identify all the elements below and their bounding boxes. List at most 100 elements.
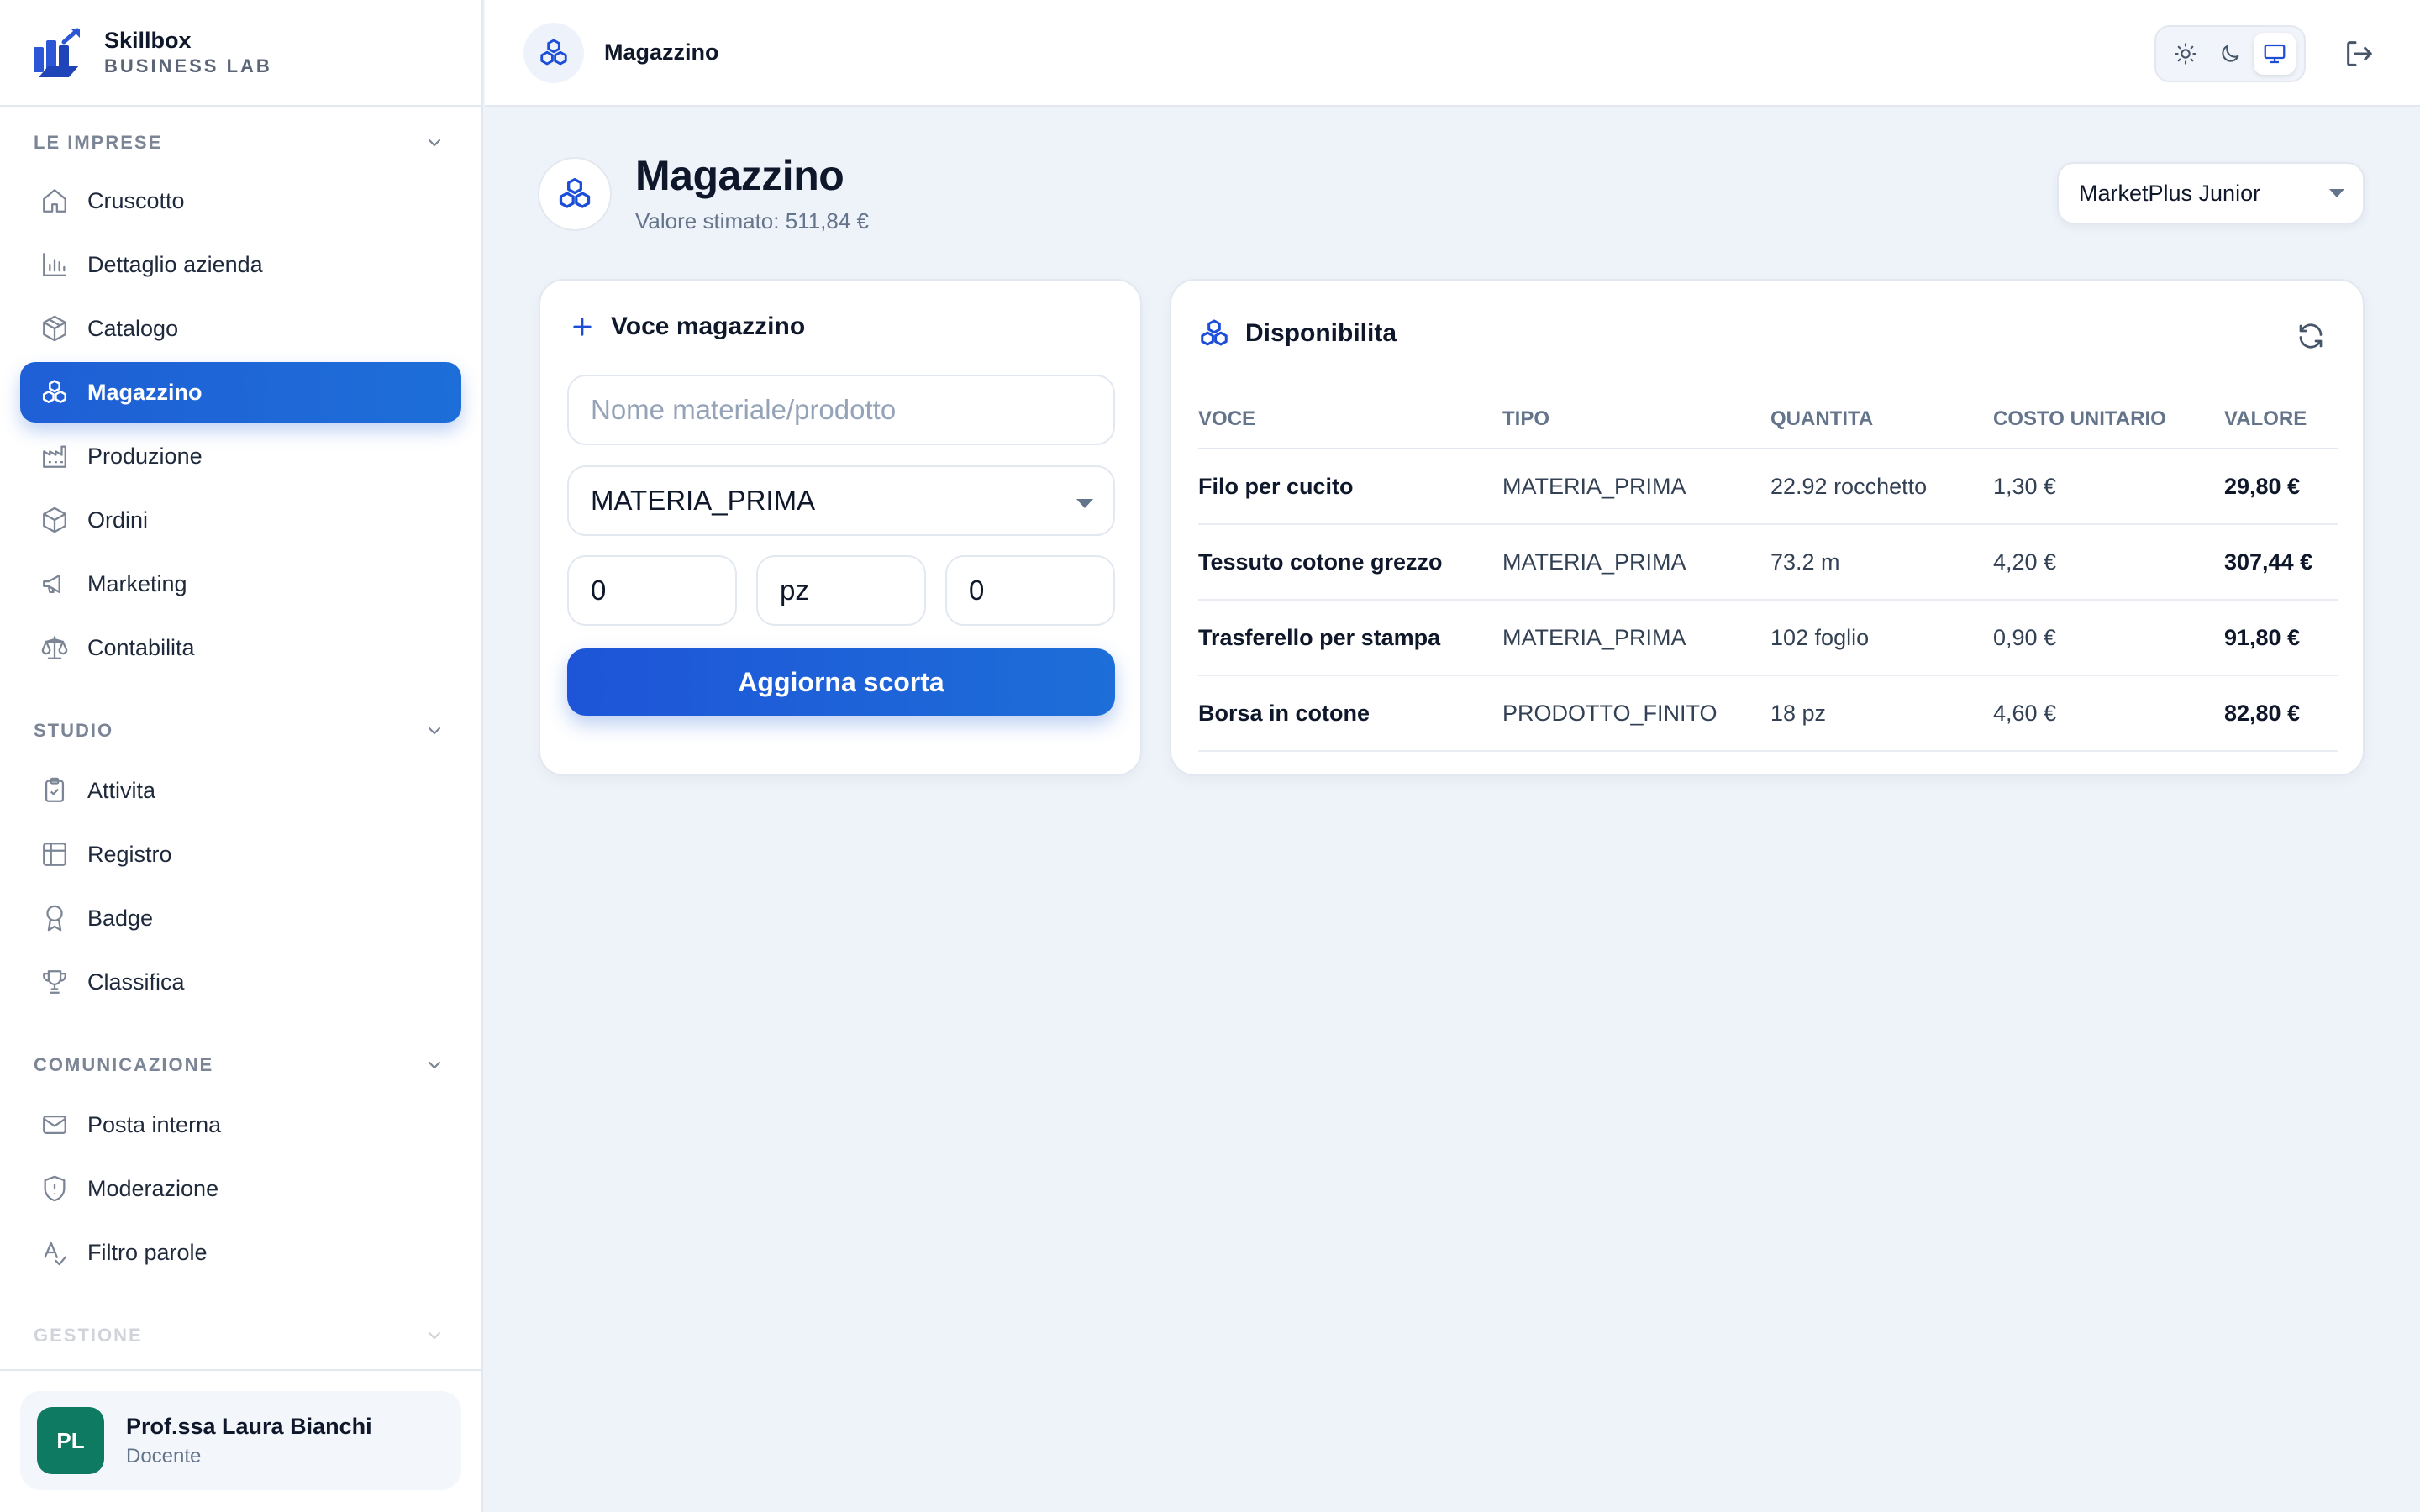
availability-card: Disponibilita VOCE TIPO QUANTITA COSTO U… — [1170, 279, 2365, 776]
sidebar-item-marketing[interactable]: Marketing — [20, 554, 461, 614]
sidebar-item-label: Classifica — [87, 969, 185, 995]
sidebar-item-label: Attivita — [87, 777, 156, 803]
sidebar-item-attivita[interactable]: Attivita — [20, 760, 461, 821]
moon-icon — [2222, 45, 2239, 62]
topbar-page-icon — [523, 22, 584, 83]
section-studio[interactable]: STUDIO — [0, 711, 481, 750]
section-le-imprese[interactable]: LE IMPRESE — [0, 123, 481, 162]
table-row[interactable]: Trasferello per stampa MATERIA_PRIMA 102… — [1198, 600, 2338, 676]
column-header[interactable]: COSTO UNITARIO — [1993, 390, 2224, 449]
logout-icon — [2347, 41, 2372, 66]
sidebar-item-label: Dettaglio azienda — [87, 251, 263, 277]
unit-cost-field[interactable]: 0 — [945, 555, 1115, 626]
update-stock-button[interactable]: Aggiorna scorta — [567, 648, 1115, 716]
sidebar-item-label: Marketing — [87, 570, 187, 596]
clipboard-check-icon — [45, 777, 65, 802]
light-theme-button[interactable] — [2165, 33, 2207, 75]
sidebar-item-label: Magazzino — [87, 379, 203, 405]
caret-down-icon — [2329, 189, 2344, 197]
unit-cost-value: 0 — [969, 575, 985, 606]
company-select[interactable]: MarketPlus Junior — [2057, 162, 2365, 224]
sidebar-item-badge[interactable]: Badge — [20, 888, 461, 948]
system-theme-button[interactable] — [2254, 33, 2296, 75]
cell-valore: 307,44 € — [2224, 524, 2338, 601]
section-title: COMUNICAZIONE — [34, 1054, 214, 1075]
skillbox-logo-icon — [34, 28, 80, 77]
plus-icon — [573, 318, 592, 336]
section-title: GESTIONE — [34, 1325, 143, 1346]
factory-icon — [43, 445, 66, 468]
unit-value: pz — [780, 575, 809, 606]
sidebar-item-catalogo[interactable]: Catalogo — [20, 298, 461, 359]
quantity-field[interactable]: 0 — [567, 555, 737, 626]
chevron-down-icon — [428, 1331, 441, 1340]
item-name-input[interactable] — [591, 394, 1113, 426]
monitor-icon — [2264, 44, 2286, 64]
caret-down-icon — [1076, 499, 1093, 508]
boxes-icon — [540, 39, 567, 65]
sidebar-item-posta-interna[interactable]: Posta interna — [20, 1095, 461, 1155]
refresh-icon — [2299, 323, 2323, 349]
item-type-select[interactable]: MATERIA_PRIMA — [567, 465, 1115, 536]
sidebar-item-cruscotto[interactable]: Cruscotto — [20, 171, 461, 231]
sidebar-item-filtro-parole[interactable]: Filtro parole — [20, 1222, 461, 1283]
company-select-value: MarketPlus Junior — [2079, 180, 2261, 206]
cell-tipo: PRODOTTO_FINITO — [1502, 675, 1770, 752]
sidebar-item-label: Cruscotto — [87, 187, 185, 213]
logout-button[interactable] — [2343, 37, 2376, 71]
cell-valore: 91,80 € — [2224, 600, 2338, 676]
sidebar-item-produzione[interactable]: Produzione — [20, 426, 461, 486]
column-header[interactable]: VALORE — [2224, 390, 2338, 449]
nav-scroll[interactable]: LE IMPRESE Cruscotto Dettaglio azienda C… — [0, 108, 481, 1368]
quantity-value: 0 — [591, 575, 607, 606]
cell-quantita: 102 foglio — [1770, 600, 1993, 676]
dark-theme-button[interactable] — [2209, 33, 2251, 75]
sidebar-item-label: Badge — [87, 905, 154, 931]
table-icon — [43, 843, 66, 866]
trophy-icon — [43, 970, 66, 994]
item-name-field[interactable] — [567, 375, 1115, 445]
section-gestione[interactable]: GESTIONE — [0, 1316, 481, 1355]
cell-voce: Tessuto cotone grezzo — [1198, 524, 1502, 601]
sidebar-item-contabilita[interactable]: Contabilita — [20, 617, 461, 678]
page-title: Magazzino — [635, 152, 844, 199]
sidebar-item-label: Ordini — [87, 507, 149, 533]
sidebar-item-label: Registro — [87, 841, 172, 867]
table-row[interactable]: Tessuto cotone grezzo MATERIA_PRIMA 73.2… — [1198, 524, 2338, 601]
sidebar-item-label: Moderazione — [87, 1175, 219, 1201]
box-icon — [43, 315, 66, 342]
column-header[interactable]: VOCE — [1198, 390, 1502, 449]
page-icon — [538, 157, 612, 231]
brand-subtitle: BUSINESS LAB — [104, 55, 272, 76]
availability-header: Disponibilita — [1198, 318, 1397, 349]
sidebar-item-label: Produzione — [87, 443, 203, 469]
chevron-down-icon — [428, 139, 441, 147]
column-header[interactable]: TIPO — [1502, 390, 1770, 449]
table-header-row: VOCE TIPO QUANTITA COSTO UNITARIO VALORE — [1198, 390, 2338, 449]
sidebar-item-magazzino[interactable]: Magazzino — [20, 362, 461, 423]
item-type-value: MATERIA_PRIMA — [591, 485, 816, 516]
user-role: Docente — [126, 1444, 202, 1467]
sidebar-item-moderazione[interactable]: Moderazione — [20, 1158, 461, 1219]
cell-voce: Borsa in cotone — [1198, 675, 1502, 752]
cell-quantita: 22.92 rocchetto — [1770, 449, 1993, 525]
theme-switcher — [2154, 25, 2306, 82]
cell-voce: Trasferello per stampa — [1198, 600, 1502, 676]
boxes-icon — [42, 380, 67, 403]
section-comunicazione[interactable]: COMUNICAZIONE — [0, 1046, 481, 1084]
unit-field[interactable]: pz — [756, 555, 926, 626]
user-card[interactable]: PL Prof.ssa Laura Bianchi Docente — [20, 1391, 461, 1490]
column-header[interactable]: QUANTITA — [1770, 390, 1993, 449]
brand[interactable]: Skillbox BUSINESS LAB — [0, 0, 481, 107]
table-row[interactable]: Filo per cucito MATERIA_PRIMA 22.92 rocc… — [1198, 449, 2338, 525]
page-subtitle: Valore stimato: 511,84 € — [635, 208, 869, 234]
table-row[interactable]: Borsa in cotone PRODOTTO_FINITO 18 pz 4,… — [1198, 675, 2338, 752]
sidebar-item-classifica[interactable]: Classifica — [20, 952, 461, 1012]
sidebar-item-dettaglio-azienda[interactable]: Dettaglio azienda — [20, 234, 461, 295]
refresh-button[interactable] — [2296, 321, 2326, 351]
availability-title: Disponibilita — [1245, 319, 1397, 347]
sidebar-item-ordini[interactable]: Ordini — [20, 490, 461, 550]
sidebar-item-registro[interactable]: Registro — [20, 824, 461, 885]
spell-check-icon — [44, 1242, 66, 1266]
cell-costo: 0,90 € — [1993, 600, 2224, 676]
